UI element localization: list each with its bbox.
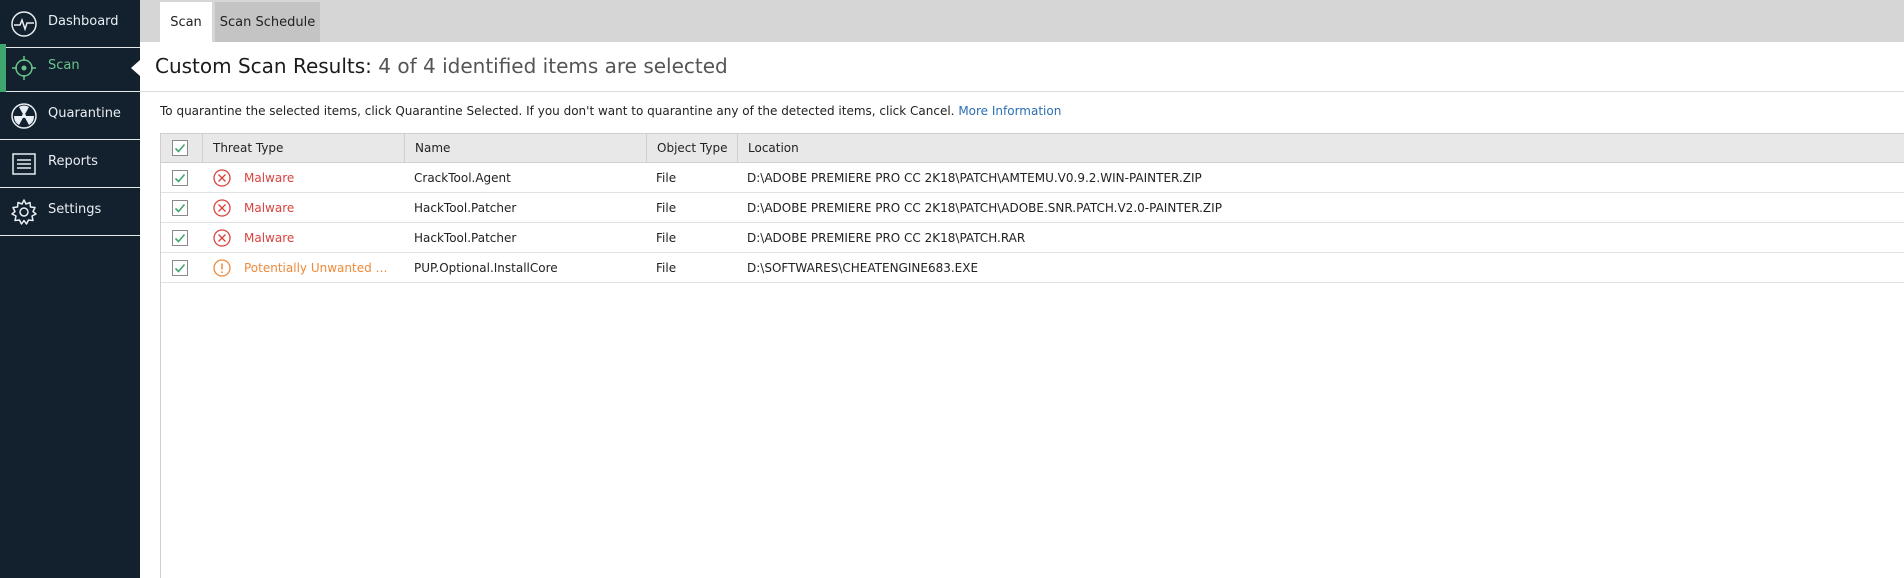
sidebar-item-quarantine[interactable]: Quarantine [0, 92, 140, 140]
info-text: To quarantine the selected items, click … [160, 104, 1061, 118]
sidebar: Dashboard Scan Quarantine Reports Settin… [0, 0, 140, 578]
page-title-main: Custom Scan Results: [155, 54, 372, 78]
object-type: File [656, 261, 677, 275]
pulse-icon [11, 11, 37, 37]
object-type: File [656, 231, 677, 245]
threat-name: HackTool.Patcher [414, 201, 517, 215]
crosshair-icon [12, 56, 36, 80]
check-icon [174, 203, 186, 213]
page-title: Custom Scan Results: 4 of 4 identified i… [155, 54, 728, 78]
malware-error-icon [213, 199, 231, 217]
row-checkbox[interactable] [172, 230, 188, 246]
warning-icon [213, 259, 231, 277]
sidebar-item-label: Reports [48, 154, 98, 169]
tab-label: Scan [170, 14, 202, 30]
threat-name: HackTool.Patcher [414, 231, 517, 245]
active-notch [131, 60, 140, 76]
column-header-name[interactable]: Name [404, 134, 646, 162]
page-title-subtitle: 4 of 4 identified items are selected [378, 54, 728, 78]
sidebar-item-label: Dashboard [48, 14, 119, 29]
check-icon [174, 263, 186, 273]
active-indicator [0, 44, 6, 92]
check-icon [174, 143, 186, 153]
row-checkbox[interactable] [172, 170, 188, 186]
malware-error-icon [213, 229, 231, 247]
threat-type-label: Malware [244, 201, 295, 215]
tab-label: Scan Schedule [219, 14, 316, 30]
table-header: Threat Type Name Object Type Location [161, 134, 1904, 163]
threat-location: D:\ADOBE PREMIERE PRO CC 2K18\PATCH\ADOB… [747, 201, 1222, 215]
threat-type-label: Malware [244, 171, 295, 185]
sidebar-item-label: Settings [48, 202, 102, 217]
row-checkbox[interactable] [172, 200, 188, 216]
threat-name: PUP.Optional.InstallCore [414, 261, 558, 275]
sidebar-item-reports[interactable]: Reports [0, 140, 140, 188]
table-row[interactable]: Malware HackTool.Patcher File D:\ADOBE P… [161, 193, 1904, 223]
threat-location: D:\ADOBE PREMIERE PRO CC 2K18\PATCH\AMTE… [747, 171, 1202, 185]
object-type: File [656, 201, 677, 215]
table-row[interactable]: Potentially Unwanted Pr... PUP.Optional.… [161, 253, 1904, 283]
threat-type-label: Potentially Unwanted Pr... [244, 261, 389, 275]
check-icon [174, 173, 186, 183]
more-information-link[interactable]: More Information [958, 104, 1061, 118]
radiation-icon [11, 103, 37, 129]
column-header-object-type[interactable]: Object Type [646, 134, 737, 162]
results-table: Threat Type Name Object Type Location Ma… [160, 133, 1904, 578]
table-row[interactable]: Malware HackTool.Patcher File D:\ADOBE P… [161, 223, 1904, 253]
divider [140, 91, 1904, 92]
column-header-location[interactable]: Location [737, 134, 1904, 162]
object-type: File [656, 171, 677, 185]
threat-name: CrackTool.Agent [414, 171, 511, 185]
info-message: To quarantine the selected items, click … [160, 104, 955, 118]
threat-type-label: Malware [244, 231, 295, 245]
select-all-checkbox[interactable] [172, 140, 188, 156]
list-icon [12, 153, 36, 175]
tab-scan[interactable]: Scan [160, 2, 212, 42]
row-checkbox[interactable] [172, 260, 188, 276]
threat-location: D:\SOFTWARES\CHEATENGINE683.EXE [747, 261, 979, 275]
column-header-threat-type[interactable]: Threat Type [202, 134, 404, 162]
sidebar-item-label: Quarantine [48, 106, 121, 121]
tab-strip: Scan Scan Schedule [140, 0, 1904, 42]
sidebar-item-label: Scan [48, 58, 80, 73]
tab-scan-schedule[interactable]: Scan Schedule [215, 2, 320, 42]
check-icon [174, 233, 186, 243]
sidebar-item-dashboard[interactable]: Dashboard [0, 0, 140, 48]
table-row[interactable]: Malware CrackTool.Agent File D:\ADOBE PR… [161, 163, 1904, 193]
sidebar-item-settings[interactable]: Settings [0, 188, 140, 236]
gear-icon [11, 199, 37, 225]
malware-error-icon [213, 169, 231, 187]
threat-location: D:\ADOBE PREMIERE PRO CC 2K18\PATCH.RAR [747, 231, 1026, 245]
sidebar-item-scan[interactable]: Scan [0, 44, 140, 92]
